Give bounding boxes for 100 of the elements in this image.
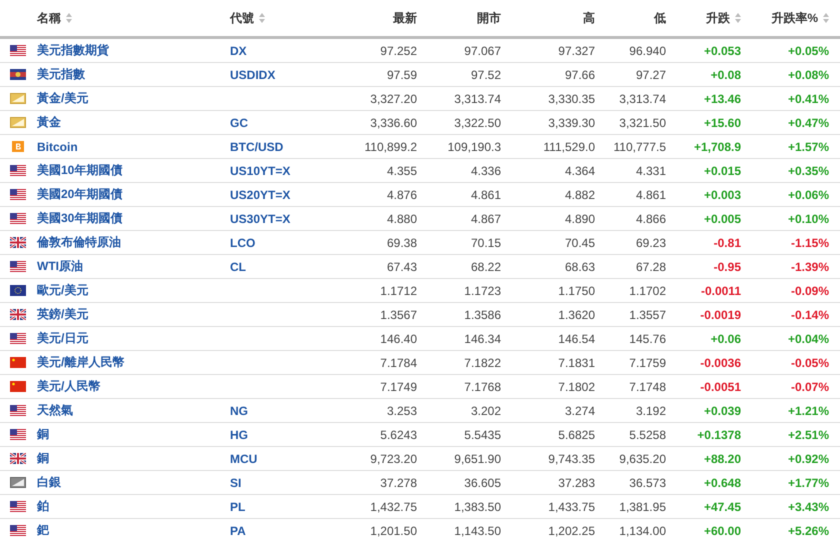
change-value: +60.00 [704, 524, 741, 538]
price-value: 1.1702 [629, 284, 666, 298]
change-percent-value: +5.26% [788, 524, 829, 538]
price-value: 9,635.20 [619, 452, 666, 466]
price-value: 36.605 [464, 476, 501, 490]
column-header: 代號 [230, 10, 254, 26]
price-value: 4.880 [386, 212, 417, 226]
change-value: -0.0019 [700, 308, 741, 322]
symbol-link[interactable]: PL [230, 500, 246, 514]
instrument-name-link[interactable]: WTI原油 [37, 258, 83, 275]
column-header: 升跌 [706, 10, 730, 26]
price-value: 4.882 [564, 188, 595, 202]
symbol-link[interactable]: HG [230, 428, 248, 442]
price-value: 4.866 [636, 212, 666, 226]
change-percent-value: +0.06% [788, 188, 829, 202]
price-value: 9,651.90 [454, 452, 501, 466]
symbol-link[interactable]: PA [230, 524, 246, 538]
price-value: 7.1802 [558, 380, 595, 394]
instrument-name-link[interactable]: 美國20年期國債 [37, 186, 122, 203]
price-value: 3,339.30 [548, 116, 595, 130]
symbol-link[interactable]: US30YT=X [230, 212, 290, 226]
symbol-link[interactable]: US10YT=X [230, 164, 290, 178]
instrument-name-link[interactable]: 美元指數期貨 [37, 42, 109, 59]
price-value: 1.3586 [464, 308, 501, 322]
instrument-name-link[interactable]: 鉑 [37, 498, 49, 515]
symbol-link[interactable]: MCU [230, 452, 258, 466]
change-value: +0.1378 [697, 428, 741, 442]
instrument-name-link[interactable]: 銅 [37, 450, 49, 467]
price-value: 4.336 [470, 164, 501, 178]
instrument-name-link[interactable]: 黃金/美元 [37, 90, 88, 107]
change-value: +0.015 [704, 164, 741, 178]
sort-icon[interactable] [823, 13, 829, 23]
price-value: 69.23 [636, 236, 666, 250]
change-value: -0.0011 [700, 284, 741, 298]
change-percent-value: +0.04% [788, 332, 829, 346]
sort-icon[interactable] [735, 13, 741, 23]
instrument-name-link[interactable]: 美元/離岸人民幣 [37, 354, 124, 371]
change-percent-value: +1.21% [788, 404, 829, 418]
instrument-name-link[interactable]: 鈀 [37, 522, 49, 539]
price-value: 3,313.74 [619, 92, 666, 106]
price-value: 4.355 [386, 164, 417, 178]
price-value: 7.1759 [629, 356, 666, 370]
instrument-name-link[interactable]: 銅 [37, 426, 49, 443]
change-percent-value: -0.14% [790, 308, 829, 322]
symbol-link[interactable]: USDIDX [230, 68, 276, 82]
price-value: 1,432.75 [370, 500, 417, 514]
change-percent-value: +0.08% [788, 68, 829, 82]
symbol-link[interactable]: NG [230, 404, 248, 418]
column-header: 低 [654, 10, 666, 26]
symbol-link[interactable]: CL [230, 260, 246, 274]
price-value: 3,313.74 [454, 92, 501, 106]
instrument-name-link[interactable]: 白銀 [37, 474, 61, 491]
instrument-name-link[interactable]: 美國30年期國債 [37, 210, 122, 227]
instrument-name-link[interactable]: 歐元/美元 [37, 282, 88, 299]
price-value: 9,743.35 [548, 452, 595, 466]
instrument-name-link[interactable]: 美元指數 [37, 66, 85, 83]
symbol-link[interactable]: GC [230, 116, 248, 130]
symbol-link[interactable]: US20YT=X [230, 188, 290, 202]
instrument-name-link[interactable]: 美元/日元 [37, 330, 88, 347]
change-percent-value: +2.51% [788, 428, 829, 442]
price-value: 1,143.50 [454, 524, 501, 538]
column-header: 升跌率% [771, 10, 818, 26]
price-value: 70.15 [470, 236, 501, 250]
instrument-name-link[interactable]: 美元/人民幣 [37, 378, 100, 395]
change-percent-value: +0.35% [788, 164, 829, 178]
change-value: -0.0036 [700, 356, 741, 370]
sort-icon[interactable] [66, 13, 72, 23]
price-value: 4.861 [470, 188, 501, 202]
price-value: 1,134.00 [619, 524, 666, 538]
price-value: 4.364 [564, 164, 595, 178]
change-percent-value: -1.15% [790, 236, 829, 250]
sort-icon[interactable] [259, 13, 265, 23]
instrument-name-link[interactable]: Bitcoin [37, 140, 78, 154]
price-value: 68.63 [564, 260, 595, 274]
price-value: 7.1831 [558, 356, 595, 370]
price-value: 1,381.95 [619, 500, 666, 514]
change-percent-value: +0.05% [788, 44, 829, 58]
price-value: 3,321.50 [619, 116, 666, 130]
column-header: 高 [583, 10, 595, 26]
column-header: 名稱 [37, 10, 61, 26]
symbol-link[interactable]: DX [230, 44, 247, 58]
price-value: 1.3620 [558, 308, 595, 322]
instrument-name-link[interactable]: 黃金 [37, 114, 61, 131]
instrument-name-link[interactable]: 倫敦布倫特原油 [37, 234, 121, 251]
change-percent-value: +0.41% [788, 92, 829, 106]
instrument-name-link[interactable]: 英鎊/美元 [37, 306, 88, 323]
price-value: 5.5435 [464, 428, 501, 442]
change-value: +0.005 [704, 212, 741, 226]
symbol-link[interactable]: LCO [230, 236, 256, 250]
instrument-name-link[interactable]: 美國10年期國債 [37, 162, 122, 179]
symbol-link[interactable]: SI [230, 476, 242, 490]
price-value: 68.22 [470, 260, 501, 274]
price-value: 5.5258 [629, 428, 666, 442]
instrument-name-link[interactable]: 天然氣 [37, 402, 73, 419]
price-value: 7.1822 [464, 356, 501, 370]
price-value: 9,723.20 [370, 452, 417, 466]
change-value: +13.46 [704, 92, 741, 106]
symbol-link[interactable]: BTC/USD [230, 140, 284, 154]
price-value: 97.59 [386, 68, 417, 82]
price-value: 97.52 [470, 68, 501, 82]
